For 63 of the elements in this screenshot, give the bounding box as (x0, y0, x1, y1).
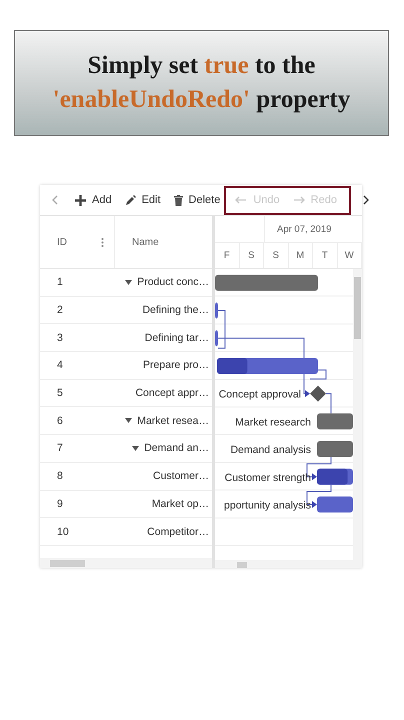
table-cell: Demand an… (144, 442, 209, 454)
milestone-diamond (310, 386, 326, 402)
day-label: T (313, 243, 338, 268)
column-header: ID (57, 236, 67, 248)
pencil-icon (124, 194, 136, 206)
task-label: pportunity analysis (224, 499, 311, 512)
task-label: Market research (235, 416, 311, 428)
task-bar (317, 496, 353, 512)
expand-caret-icon[interactable] (132, 446, 140, 451)
table-cell: Concept appr… (135, 387, 209, 400)
table-cell: Customer… (152, 470, 209, 482)
task-bar (317, 468, 353, 485)
toolbar-button[interactable]: Edit (120, 192, 166, 208)
summary-bar (317, 441, 353, 458)
table-cell: 7 (57, 442, 63, 454)
table-cell: 6 (57, 414, 63, 427)
day-label: M (288, 243, 313, 268)
horizontal-scrollbar[interactable] (215, 560, 362, 568)
day-label: S (240, 243, 264, 268)
undo-icon (235, 196, 248, 204)
summary-bar (317, 413, 353, 430)
toolbar-button[interactable]: Delete (168, 192, 226, 208)
table-cell: 2 (57, 304, 63, 316)
banner-text: 'enableUndoRedo' property (52, 85, 350, 115)
toolbar-button[interactable]: Add (70, 192, 117, 208)
table-cell: 5 (57, 387, 63, 400)
task-bar (215, 330, 218, 346)
connector-line (310, 369, 326, 380)
table-cell: Product conc… (137, 276, 209, 288)
task-label: Concept approval (218, 388, 301, 401)
table-cell: Defining tar… (144, 332, 209, 344)
timeline-week-label: Apr 07, 2019 (276, 222, 332, 236)
expand-caret-icon[interactable] (125, 418, 132, 424)
kebab-menu-icon[interactable] (101, 238, 104, 246)
task-bar (215, 302, 218, 319)
column-header: Name (132, 236, 159, 248)
horizontal-scrollbar[interactable] (40, 558, 212, 568)
redo-icon (292, 196, 305, 204)
banner-text: Simply set true to the (88, 51, 316, 81)
table-cell: 9 (57, 498, 63, 510)
table-cell: 3 (57, 332, 63, 344)
table-cell: Market resea… (137, 414, 209, 427)
day-label: S (264, 243, 288, 268)
scroll-left-icon[interactable] (52, 194, 58, 206)
vertical-scrollbar[interactable] (353, 269, 362, 560)
plus-icon (75, 194, 86, 206)
table-cell: Market op… (152, 498, 209, 510)
connector-line (218, 310, 226, 349)
table-cell: 4 (57, 359, 63, 372)
table-cell: Competitor… (147, 526, 209, 538)
table-cell: Defining the… (142, 304, 209, 316)
day-label: W (338, 243, 362, 268)
table-cell: 1 (57, 276, 63, 288)
trash-icon (174, 194, 183, 206)
scroll-right-icon[interactable] (362, 194, 369, 206)
table-cell: 8 (57, 470, 63, 482)
table-cell: 10 (57, 526, 69, 538)
table-cell: Prepare pro… (143, 359, 209, 372)
connector-line (326, 393, 332, 414)
expand-caret-icon[interactable] (125, 280, 132, 285)
task-label: Customer strength (224, 472, 311, 484)
day-label: F (215, 243, 240, 268)
task-label: Demand analysis (230, 444, 311, 456)
